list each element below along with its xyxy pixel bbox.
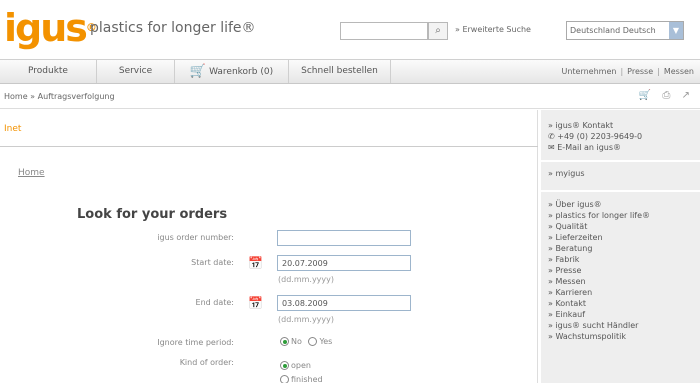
sidebar-item[interactable]: » Einkauf bbox=[548, 309, 650, 320]
breadcrumb[interactable]: Home » Auftragsverfolgung bbox=[4, 92, 115, 101]
nav-item-cart-label: Warenkorb (0) bbox=[209, 67, 274, 77]
end-date-input[interactable]: 03.08.2009 bbox=[277, 295, 411, 311]
sidebar-item[interactable]: » Fabrik bbox=[548, 254, 650, 265]
sidebar-item[interactable]: » igus® sucht Händler bbox=[548, 320, 650, 331]
breadcrumb-row: Home » Auftragsverfolgung 🛒 ⎙ ↗ bbox=[0, 85, 700, 109]
kind-open-label: open bbox=[291, 361, 311, 370]
logo-text: igus bbox=[4, 6, 88, 50]
sidebar-item[interactable]: » Messen bbox=[548, 276, 650, 287]
ignore-period-options: No Yes bbox=[280, 337, 332, 346]
main-nav: Produkte Service 🛒 Warenkorb (0) Schnell … bbox=[0, 59, 700, 84]
cart-icon[interactable]: 🛒 bbox=[639, 90, 651, 101]
share-icon[interactable]: ↗ bbox=[682, 90, 690, 101]
sidebar-contact: » igus® Kontakt ✆ +49 (0) 2203-9649-0 ✉ … bbox=[548, 120, 642, 153]
chevron-down-icon[interactable]: ▼ bbox=[669, 22, 683, 39]
sidebar: » igus® Kontakt ✆ +49 (0) 2203-9649-0 ✉ … bbox=[541, 110, 700, 383]
language-select-value: Deutschland Deutsch bbox=[570, 26, 656, 35]
page-title: Look for your orders bbox=[77, 207, 228, 222]
sidebar-item[interactable]: » Über igus® bbox=[548, 199, 650, 210]
end-date-label: End date: bbox=[195, 298, 234, 307]
nav-link-presse[interactable]: Presse bbox=[627, 67, 653, 76]
ignore-yes-label: Yes bbox=[319, 337, 333, 346]
sidebar-item[interactable]: » Presse bbox=[548, 265, 650, 276]
home-link[interactable]: Home bbox=[18, 168, 45, 178]
calendar-icon[interactable]: 📅 bbox=[248, 256, 263, 270]
divider bbox=[541, 160, 700, 162]
kind-finished-label: finished bbox=[291, 375, 323, 383]
nav-sep: | bbox=[657, 67, 660, 76]
calendar-icon[interactable]: 📅 bbox=[248, 296, 263, 310]
divider bbox=[541, 190, 700, 192]
ignore-no-label: No bbox=[291, 337, 302, 346]
start-date-hint: (dd.mm.yyyy) bbox=[278, 275, 335, 284]
header: igus® plastics for longer life® ⌕ » Erwe… bbox=[0, 0, 700, 58]
tagline: plastics for longer life® bbox=[90, 20, 256, 36]
divider bbox=[0, 146, 538, 147]
language-select[interactable]: Deutschland Deutsch ▼ bbox=[566, 21, 684, 40]
sidebar-email[interactable]: ✉ E-Mail an igus® bbox=[548, 142, 642, 153]
kind-finished-radio[interactable] bbox=[280, 375, 289, 383]
sidebar-item[interactable]: » plastics for longer life® bbox=[548, 210, 650, 221]
order-number-input[interactable] bbox=[277, 230, 411, 246]
page-tools: 🛒 ⎙ ↗ bbox=[631, 90, 690, 101]
sidebar-phone: ✆ +49 (0) 2203-9649-0 bbox=[548, 132, 643, 141]
nav-link-messen[interactable]: Messen bbox=[664, 67, 694, 76]
nav-item-produkte[interactable]: Produkte bbox=[0, 60, 97, 83]
kind-of-order-label: Kind of order: bbox=[179, 358, 234, 367]
main-content: Inet Home Look for your orders igus orde… bbox=[0, 110, 538, 383]
igus-logo[interactable]: igus® bbox=[4, 6, 97, 50]
kind-open-radio[interactable] bbox=[280, 361, 289, 370]
ignore-no-radio[interactable] bbox=[280, 337, 289, 346]
sidebar-item-myigus[interactable]: » myigus bbox=[548, 168, 585, 179]
sidebar-item[interactable]: » Qualität bbox=[548, 221, 650, 232]
ignore-period-label: Ignore time period: bbox=[157, 338, 234, 347]
sidebar-item[interactable]: » Wachstumspolitik bbox=[548, 331, 650, 342]
start-date-input[interactable]: 20.07.2009 bbox=[277, 255, 411, 271]
order-number-label: igus order number: bbox=[157, 233, 234, 242]
nav-item-cart[interactable]: 🛒 Warenkorb (0) bbox=[175, 60, 289, 83]
kind-open-option: open bbox=[280, 361, 311, 370]
nav-link-unternehmen[interactable]: Unternehmen bbox=[561, 67, 616, 76]
sidebar-item-contact[interactable]: » igus® Kontakt bbox=[548, 120, 642, 131]
sidebar-item[interactable]: » Beratung bbox=[548, 243, 650, 254]
sidebar-item[interactable]: » Karrieren bbox=[548, 287, 650, 298]
advanced-search-link[interactable]: » Erweiterte Suche bbox=[455, 25, 531, 34]
cart-icon: 🛒 bbox=[189, 64, 207, 79]
nav-sep: | bbox=[620, 67, 624, 76]
print-icon[interactable]: ⎙ bbox=[662, 90, 670, 101]
start-date-label: Start date: bbox=[191, 258, 234, 267]
nav-right-links: Unternehmen | Presse | Messen bbox=[561, 60, 694, 83]
end-date-hint: (dd.mm.yyyy) bbox=[278, 315, 335, 324]
sidebar-item[interactable]: » Kontakt bbox=[548, 298, 650, 309]
kind-finished-option: finished bbox=[280, 375, 323, 383]
search-icon[interactable]: ⌕ bbox=[428, 22, 448, 40]
sidebar-item[interactable]: » Lieferzeiten bbox=[548, 232, 650, 243]
sidebar-links: » Über igus® » plastics for longer life®… bbox=[548, 199, 650, 342]
nav-item-quick-order[interactable]: Schnell bestellen bbox=[289, 60, 391, 83]
nav-item-service[interactable]: Service bbox=[97, 60, 175, 83]
section-title: Inet bbox=[4, 124, 22, 134]
ignore-yes-radio[interactable] bbox=[308, 337, 318, 346]
search-input[interactable] bbox=[340, 22, 428, 40]
